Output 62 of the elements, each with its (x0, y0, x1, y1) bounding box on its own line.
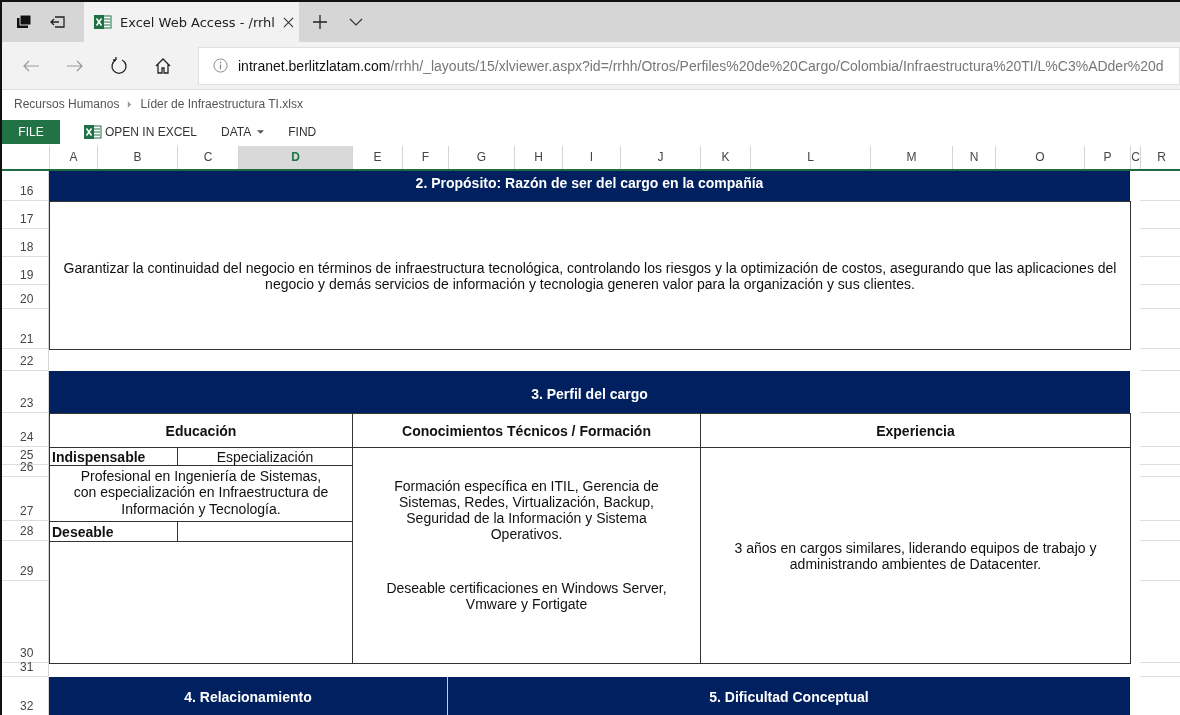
row-header[interactable]: 21 (2, 309, 49, 349)
column-header[interactable]: R (1140, 146, 1180, 169)
spreadsheet-icon (84, 124, 102, 140)
breadcrumb-link[interactable]: Líder de Infraestructura TI.xlsx (140, 97, 303, 111)
column-heading: Experiencia (700, 413, 1131, 448)
row-header[interactable]: 19 (2, 257, 49, 285)
knowledge-text: Formación específica en ITIL, Gerencia de Sistemas, Redes, Virtualización, Backup, Seguridad de la Información y Sistema Operativos. (393, 478, 660, 542)
section-header: 2. Propósito: Razón de ser del cargo en la compañía (49, 171, 1130, 201)
row-header[interactable]: 18 (2, 229, 49, 257)
info-icon (213, 58, 228, 73)
column-header[interactable]: N (952, 146, 995, 169)
column-header[interactable]: H (514, 146, 562, 169)
section-header: 4. Relacionamiento (49, 677, 448, 715)
column-heading: Educación (49, 413, 353, 448)
tab-title: Excel Web Access - /rrhl (120, 14, 275, 30)
knowledge-text: Deseable certificaciones en Windows Server, Vmware y Fortigate (385, 580, 668, 612)
row-header[interactable]: 24 (2, 413, 49, 447)
caret-icon (257, 130, 265, 134)
row-header[interactable]: 29 (2, 541, 49, 581)
row-header[interactable]: 30 (2, 581, 49, 663)
refresh-icon[interactable] (110, 56, 128, 75)
column-header[interactable]: P (1084, 146, 1130, 169)
breadcrumb-link[interactable]: Recursos Humanos (14, 97, 120, 111)
row-header[interactable]: 22 (2, 349, 49, 371)
column-header[interactable]: E (352, 146, 402, 169)
tab-preview-icon[interactable] (50, 14, 66, 30)
column-header[interactable]: K (700, 146, 750, 169)
close-icon[interactable] (282, 16, 294, 28)
column-header[interactable]: O (995, 146, 1084, 169)
column-header[interactable]: J (620, 146, 700, 169)
plus-icon[interactable] (313, 15, 327, 29)
column-header[interactable]: D (238, 146, 352, 169)
education-text: Profesional en Ingeniería de Sistemas, con especialización en Infraestructura de Información y Tecnología. (49, 465, 353, 522)
column-header[interactable]: I (562, 146, 620, 169)
row-header[interactable]: 31 (2, 663, 49, 677)
chevron-down-icon[interactable] (349, 18, 363, 26)
column-header[interactable]: F (402, 146, 448, 169)
row-header[interactable]: 20 (2, 285, 49, 309)
address-field[interactable]: intranet.berlitzlatam.com/rrhh/_layouts/15/xlviewer.aspx?id=/rrhh/Otros/Perfiles%20de%20Cargo/Colombia/Infraestructura%20TI/L%C3%ADder%20d (198, 46, 1180, 85)
tabs-aside-icon[interactable] (16, 14, 32, 30)
column-header[interactable]: A (49, 146, 97, 169)
file-tab[interactable]: FILE (2, 120, 60, 144)
column-header[interactable]: G (448, 146, 514, 169)
ribbon-button[interactable]: DATA (197, 125, 265, 139)
experience-text: 3 años en cargos similares, liderando equipos de trabajo y administrando ambientes de Datacenter. (733, 539, 1098, 572)
spreadsheet-icon (94, 14, 112, 30)
browser-tab[interactable]: Excel Web Access - /rrhl (84, 2, 299, 42)
chevron-right-icon (127, 100, 133, 108)
column-header[interactable]: L (750, 146, 870, 169)
section-header: 5. Dificultad Conceptual (448, 677, 1130, 715)
label-cell: Deseable (49, 521, 178, 542)
row-header[interactable]: 28 (2, 521, 49, 541)
purpose-text: Garantizar la continuidad del negocio en términos de infraestructura tecnológica, controlando los riesgos y la optimización de costos, asegurando que las aplicaciones del negocio y demás servicios de información y tecnologia generen valor para la organización y sus clientes. (62, 259, 1118, 292)
row-header[interactable]: 17 (2, 201, 49, 229)
ribbon-button[interactable]: OPEN IN EXCEL (60, 124, 198, 140)
column-header[interactable]: B (97, 146, 177, 169)
column-header[interactable]: C (1130, 146, 1140, 169)
ribbon-button[interactable]: FIND (264, 125, 317, 139)
home-icon[interactable] (154, 56, 172, 75)
row-header[interactable]: 27 (2, 477, 49, 521)
section-header: 3. Perfil del cargo (49, 371, 1130, 413)
column-header[interactable]: M (870, 146, 952, 169)
